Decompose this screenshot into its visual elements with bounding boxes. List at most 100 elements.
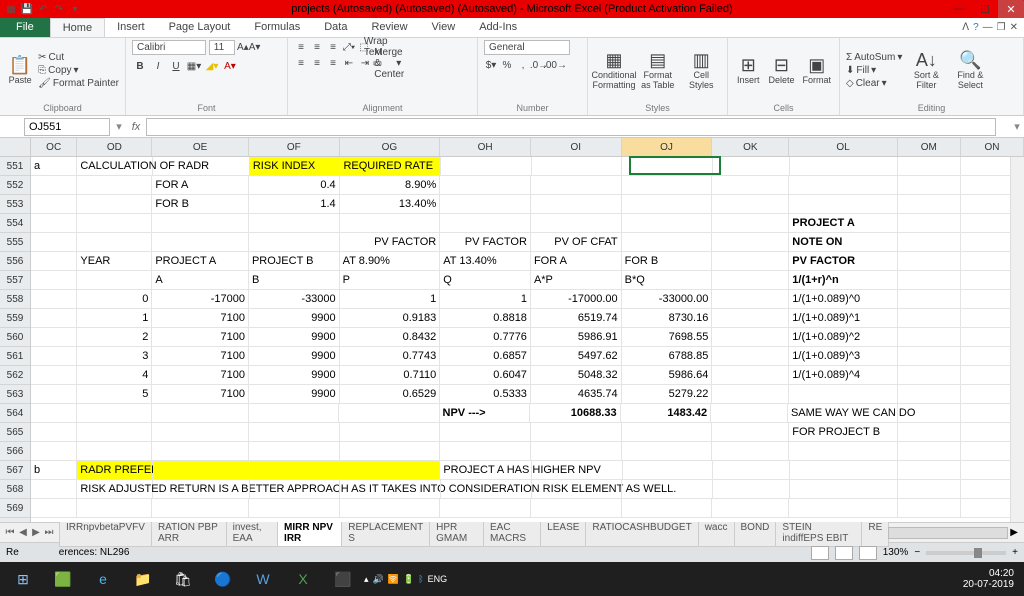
sort-filter-button[interactable]: A↓Sort & Filter xyxy=(906,40,946,101)
row-header-568[interactable]: 568 xyxy=(0,480,30,499)
taskbar-explorer[interactable]: 📁 xyxy=(124,565,162,593)
decrease-indent-icon[interactable]: ⇤ xyxy=(342,56,356,70)
cell-OJ560[interactable]: 7698.55 xyxy=(622,328,713,347)
number-format-select[interactable]: General xyxy=(484,40,570,55)
cell-OL553[interactable] xyxy=(789,195,897,214)
qat-icon[interactable]: ▾ xyxy=(68,2,82,16)
row-header-561[interactable]: 561 xyxy=(0,347,30,366)
cell-OE554[interactable] xyxy=(152,214,249,233)
cell-OI557[interactable]: A*P xyxy=(531,271,622,290)
minimize-ribbon-icon[interactable]: ᐱ xyxy=(962,22,969,33)
cell-OG569[interactable] xyxy=(340,499,441,518)
normal-view-button[interactable] xyxy=(811,546,829,560)
cell-OG551[interactable]: REQUIRED RATE xyxy=(340,157,440,176)
cell-OI552[interactable] xyxy=(531,176,622,195)
fill-color-button[interactable]: ◢▾ xyxy=(204,58,220,74)
cell-OH562[interactable]: 0.6047 xyxy=(440,366,531,385)
row-header-569[interactable]: 569 xyxy=(0,499,30,518)
cell-OC569[interactable] xyxy=(31,499,77,518)
cell-OC552[interactable] xyxy=(31,176,77,195)
cell-OM561[interactable] xyxy=(898,347,961,366)
cell-OH569[interactable] xyxy=(440,499,531,518)
cell-OM555[interactable] xyxy=(898,233,961,252)
cell-OG556[interactable]: AT 8.90% xyxy=(340,252,441,271)
cell-OG563[interactable]: 0.6529 xyxy=(340,385,441,404)
cell-OD568[interactable]: RISK ADJUSTED RETURN IS A BETTER APPROAC… xyxy=(77,480,153,499)
cell-OK559[interactable] xyxy=(712,309,789,328)
font-color-button[interactable]: A▾ xyxy=(222,58,238,74)
row-header-564[interactable]: 564 xyxy=(0,404,30,423)
name-box[interactable]: OJ551 xyxy=(24,118,110,136)
cell-OD554[interactable] xyxy=(77,214,152,233)
decrease-decimal-icon[interactable]: .00→ xyxy=(548,58,562,72)
cell-OC568[interactable] xyxy=(31,480,77,499)
cell-OL557[interactable]: 1/(1+r)^n xyxy=(789,271,897,290)
clear-button[interactable]: ◇ Clear ▾ xyxy=(846,78,902,89)
first-sheet-icon[interactable]: ⏮ xyxy=(4,527,16,538)
align-left-icon[interactable]: ≡ xyxy=(294,56,308,70)
cell-OJ567[interactable] xyxy=(623,461,713,480)
cell-OH567[interactable]: PROJECT A HAS HIGHER NPV xyxy=(440,461,532,480)
cell-OF561[interactable]: 9900 xyxy=(249,347,340,366)
cell-OE553[interactable]: FOR B xyxy=(152,195,249,214)
cell-OL551[interactable] xyxy=(790,157,898,176)
row-header-565[interactable]: 565 xyxy=(0,423,30,442)
cell-OH566[interactable] xyxy=(440,442,531,461)
cell-OJ559[interactable]: 8730.16 xyxy=(622,309,713,328)
cell-OH556[interactable]: AT 13.40% xyxy=(440,252,531,271)
cell-OE556[interactable]: PROJECT A xyxy=(152,252,249,271)
column-headers[interactable]: OCODOEOFOGOHOIOJOKOLOMON xyxy=(31,138,1024,157)
cell-OK556[interactable] xyxy=(712,252,789,271)
view-tab[interactable]: View xyxy=(420,18,468,37)
cell-OJ552[interactable] xyxy=(622,176,713,195)
cell-OI566[interactable] xyxy=(531,442,622,461)
cut-button[interactable]: ✂ Cut xyxy=(38,52,119,63)
delete-cells-button[interactable]: ⊟Delete xyxy=(766,40,796,101)
window-min-icon[interactable]: — xyxy=(983,22,993,33)
cell-OG566[interactable] xyxy=(340,442,441,461)
sheet-tab[interactable]: IRRnpvbetaPVFV xyxy=(59,519,152,547)
format-as-table-button[interactable]: ▤Format as Table xyxy=(638,40,678,101)
cell-OF560[interactable]: 9900 xyxy=(249,328,340,347)
taskbar-store[interactable]: 🛍 xyxy=(164,565,202,593)
col-header-OM[interactable]: OM xyxy=(898,138,961,156)
cell-OI555[interactable]: PV OF CFAT xyxy=(531,233,622,252)
name-box-dropdown[interactable]: ▾ xyxy=(112,120,126,133)
cell-OK565[interactable] xyxy=(712,423,789,442)
cell-OK554[interactable] xyxy=(712,214,789,233)
cell-OG560[interactable]: 0.8432 xyxy=(340,328,441,347)
cell-OE560[interactable]: 7100 xyxy=(152,328,249,347)
cell-OL562[interactable]: 1/(1+0.089)^4 xyxy=(789,366,897,385)
cell-OI569[interactable] xyxy=(531,499,622,518)
cell-OI564[interactable]: 10688.33 xyxy=(530,404,621,423)
cell-OJ551[interactable] xyxy=(622,157,713,176)
cell-OG559[interactable]: 0.9183 xyxy=(340,309,441,328)
cell-OM566[interactable] xyxy=(898,442,961,461)
cell-OJ569[interactable] xyxy=(622,499,713,518)
cell-OF554[interactable] xyxy=(249,214,340,233)
cell-OJ565[interactable] xyxy=(622,423,713,442)
cell-OC556[interactable] xyxy=(31,252,77,271)
cell-OK551[interactable] xyxy=(713,157,790,176)
border-button[interactable]: ▦▾ xyxy=(186,58,202,74)
sheet-tab[interactable]: RATIOCASHBUDGET xyxy=(585,519,698,547)
cell-OJ555[interactable] xyxy=(622,233,713,252)
cell-OK569[interactable] xyxy=(712,499,789,518)
align-center-icon[interactable]: ≡ xyxy=(310,56,324,70)
paste-button[interactable]: 📋Paste xyxy=(6,40,34,101)
cell-OH568[interactable] xyxy=(441,480,532,499)
cell-OG552[interactable]: 8.90% xyxy=(340,176,441,195)
cell-OF568[interactable] xyxy=(250,480,341,499)
hscrollbar[interactable] xyxy=(888,527,1008,539)
cell-OG558[interactable]: 1 xyxy=(340,290,441,309)
review-tab[interactable]: Review xyxy=(359,18,419,37)
tray-expand-icon[interactable]: ▴ xyxy=(364,574,369,585)
currency-icon[interactable]: $▾ xyxy=(484,58,498,72)
cell-OJ566[interactable] xyxy=(622,442,713,461)
cell-OM563[interactable] xyxy=(898,385,961,404)
col-header-OJ[interactable]: OJ xyxy=(622,138,713,156)
cell-OI556[interactable]: FOR A xyxy=(531,252,622,271)
cell-OK567[interactable] xyxy=(713,461,790,480)
row-header-563[interactable]: 563 xyxy=(0,385,30,404)
cell-styles-button[interactable]: ▥Cell Styles xyxy=(682,40,722,101)
